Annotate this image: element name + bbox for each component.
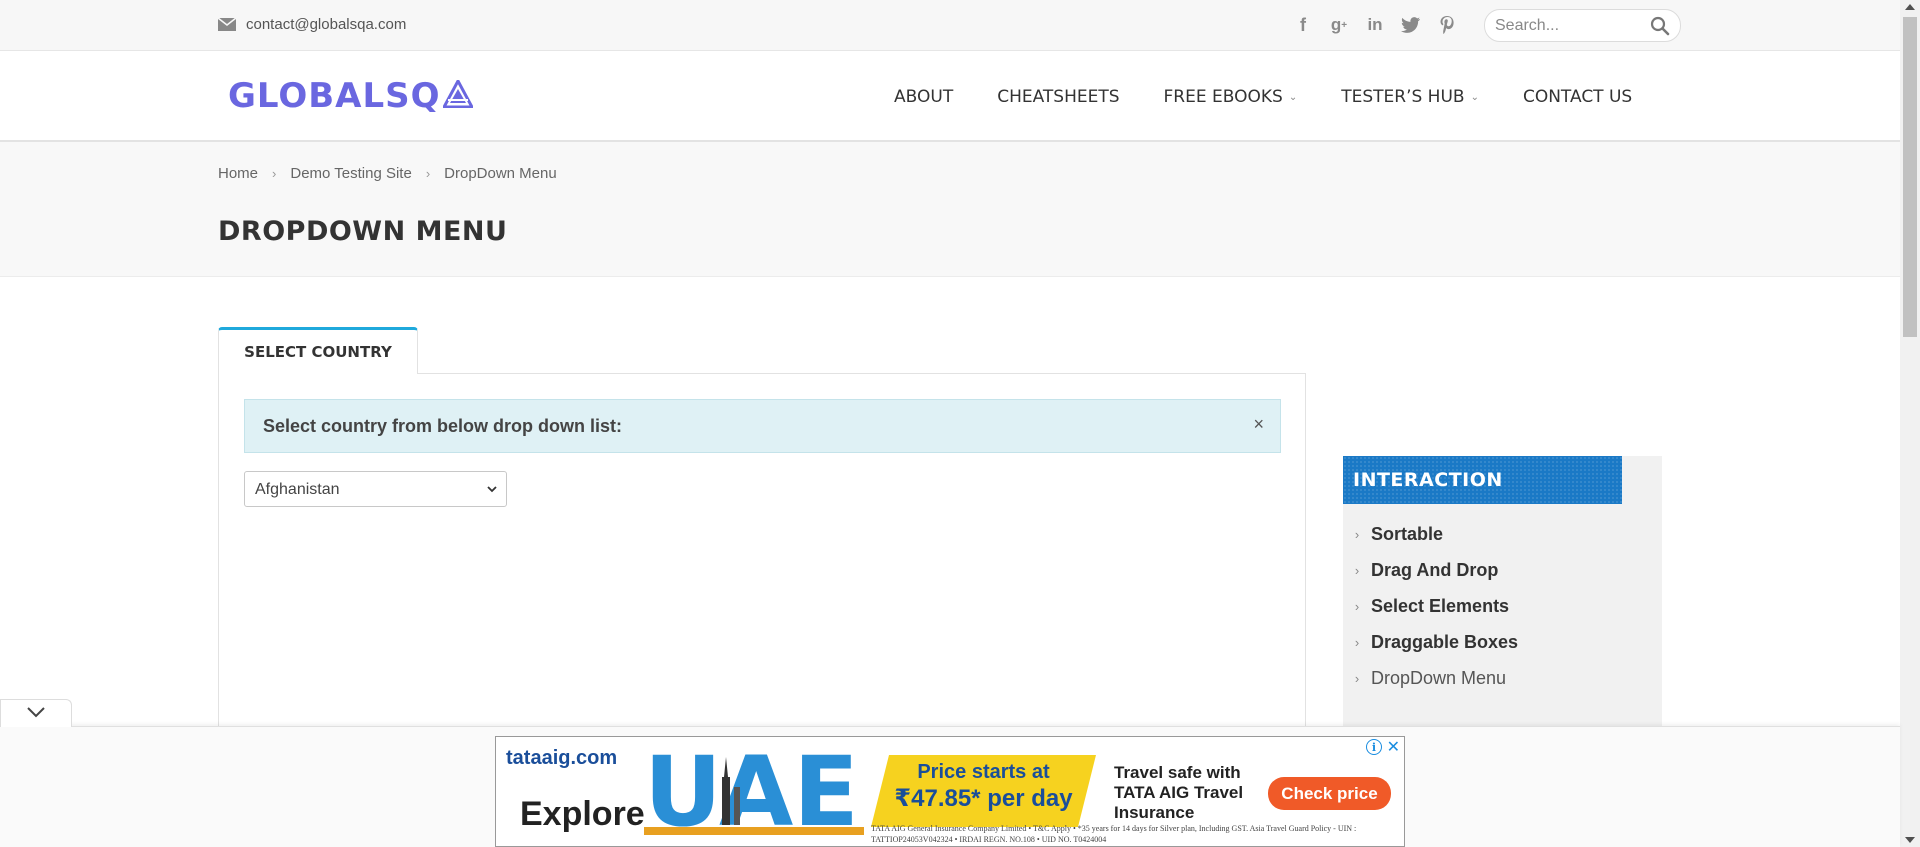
ad-headline: Explore (520, 795, 645, 833)
nav-cheatsheets[interactable]: CHEATSHEETS (997, 87, 1119, 107)
ad-uae-graphic: UAE (644, 747, 864, 837)
sidebar-item-draggable-boxes[interactable]: › Draggable Boxes (1343, 624, 1518, 660)
nav-testers-hub[interactable]: TESTER’S HUB ⌄ (1341, 87, 1479, 107)
breadcrumb: Home › Demo Testing Site › DropDown Menu (218, 165, 557, 182)
nav-free-ebooks[interactable]: FREE EBOOKS ⌄ (1164, 87, 1298, 107)
search-box (1484, 9, 1681, 42)
linkedin-icon[interactable]: in (1364, 14, 1386, 36)
logo-triangle-icon (441, 77, 475, 113)
sidebar-item-label: Drag And Drop (1371, 559, 1499, 580)
breadcrumb-demo-site[interactable]: Demo Testing Site (290, 165, 411, 182)
chevron-down-icon: ⌄ (1288, 91, 1298, 103)
nav-contact-us-label: CONTACT US (1522, 87, 1633, 107)
sidebar-item-label: Select Elements (1371, 595, 1510, 616)
chevron-right-icon: › (1354, 670, 1360, 686)
nav-contact-us[interactable]: CONTACT US (1523, 87, 1632, 107)
sidebar-item-label: DropDown Menu (1371, 667, 1507, 688)
sidebar-item-drag-and-drop[interactable]: › Drag And Drop (1343, 552, 1518, 588)
sidebar-heading: INTERACTION (1343, 456, 1622, 504)
sidebar-heading-text: INTERACTION (1353, 469, 1503, 491)
breadcrumb-separator-icon: › (425, 166, 431, 181)
search-icon[interactable] (1650, 16, 1670, 41)
logo-text: GLOBALSQ (228, 76, 441, 116)
sidebar-item-dropdown-menu[interactable]: › DropDown Menu (1343, 660, 1518, 696)
close-icon[interactable]: ✕ (1387, 737, 1400, 757)
nav-free-ebooks-label: FREE EBOOKS (1163, 87, 1283, 107)
tab-panel: Select country from below drop down list… (218, 373, 1306, 753)
info-alert: Select country from below drop down list… (244, 399, 1281, 453)
close-icon[interactable]: × (1253, 414, 1264, 435)
ad-fine-print: TATA AIG General Insurance Company Limit… (871, 824, 1357, 844)
scroll-up-icon[interactable] (1905, 4, 1915, 10)
chevron-right-icon: › (1354, 526, 1360, 542)
svg-text:UAE: UAE (644, 747, 859, 837)
sidebar-item-label: Sortable (1371, 523, 1444, 544)
ad-brand: tataaig.com (506, 747, 618, 769)
social-links: f g + in (1292, 14, 1458, 36)
ad-tagline: Travel safe with TATA AIG Travel Insuran… (1114, 763, 1244, 822)
site-header: GLOBALSQ ABOUT CHEATSHEETS FREE EBOOKS ⌄ … (0, 51, 1900, 142)
top-bar: contact@globalsqa.com f g + in (0, 0, 1900, 51)
chevron-right-icon: › (1354, 634, 1360, 650)
chevron-down-icon (26, 705, 46, 723)
ad-collapse-button[interactable] (0, 699, 72, 727)
search-input[interactable] (1495, 16, 1645, 36)
sidebar-list: › Sortable › Drag And Drop › Select Element… (1343, 516, 1518, 696)
twitter-icon[interactable] (1400, 14, 1422, 36)
nav-about[interactable]: ABOUT (894, 87, 953, 107)
page-header-band: Home › Demo Testing Site › DropDown Menu… (0, 142, 1900, 277)
page-title: DROPDOWN MENU (218, 216, 508, 247)
sidebar-item-label: Draggable Boxes (1371, 631, 1519, 652)
main-nav: ABOUT CHEATSHEETS FREE EBOOKS ⌄ TESTER’S … (894, 87, 1632, 107)
breadcrumb-home[interactable]: Home (218, 165, 258, 182)
ad-price-line1: Price starts at (917, 761, 1050, 783)
google-plus-icon[interactable]: g + (1328, 14, 1350, 36)
sidebar-interaction: INTERACTION › Sortable › Drag And Drop › Se… (1343, 456, 1662, 728)
facebook-icon[interactable]: f (1292, 14, 1314, 36)
tab-select-country[interactable]: SELECT COUNTRY (218, 327, 418, 374)
chevron-right-icon: › (1354, 598, 1360, 614)
chevron-down-icon: ⌄ (1470, 91, 1479, 103)
sidebar-item-sortable[interactable]: › Sortable (1343, 516, 1518, 552)
ad-bar: tataaig.com Explore UAE Price starts at … (0, 726, 1900, 847)
chevron-down-icon (486, 482, 498, 501)
nav-cheatsheets-label: CHEATSHEETS (997, 87, 1120, 107)
page-scrollbar[interactable] (1900, 0, 1920, 847)
mail-icon (218, 18, 236, 31)
email-text[interactable]: contact@globalsqa.com (246, 16, 406, 33)
scrollbar-thumb[interactable] (1903, 17, 1917, 337)
scroll-down-icon[interactable] (1905, 837, 1915, 843)
ad-price-line2: ₹47.85* per day (894, 785, 1073, 812)
nav-testers-hub-label: TESTER’S HUB (1341, 87, 1465, 107)
country-select-value: Afghanistan (255, 481, 340, 498)
site-logo[interactable]: GLOBALSQ (228, 76, 475, 116)
nav-about-label: ABOUT (894, 87, 954, 107)
pinterest-icon[interactable] (1436, 14, 1458, 36)
contact-email[interactable]: contact@globalsqa.com (218, 16, 406, 33)
info-icon[interactable]: i (1366, 739, 1382, 755)
sidebar-item-select-elements[interactable]: › Select Elements (1343, 588, 1518, 624)
alert-message: Select country from below drop down list… (263, 416, 623, 436)
breadcrumb-current: DropDown Menu (444, 165, 557, 182)
breadcrumb-separator-icon: › (272, 166, 277, 181)
country-select[interactable]: Afghanistan (244, 471, 507, 507)
chevron-right-icon: › (1354, 562, 1360, 578)
ad-price-badge: Price starts at ₹47.85* per day (871, 755, 1096, 827)
advertisement[interactable]: tataaig.com Explore UAE Price starts at … (495, 736, 1405, 847)
ad-check-price-button[interactable]: Check price (1268, 777, 1391, 810)
